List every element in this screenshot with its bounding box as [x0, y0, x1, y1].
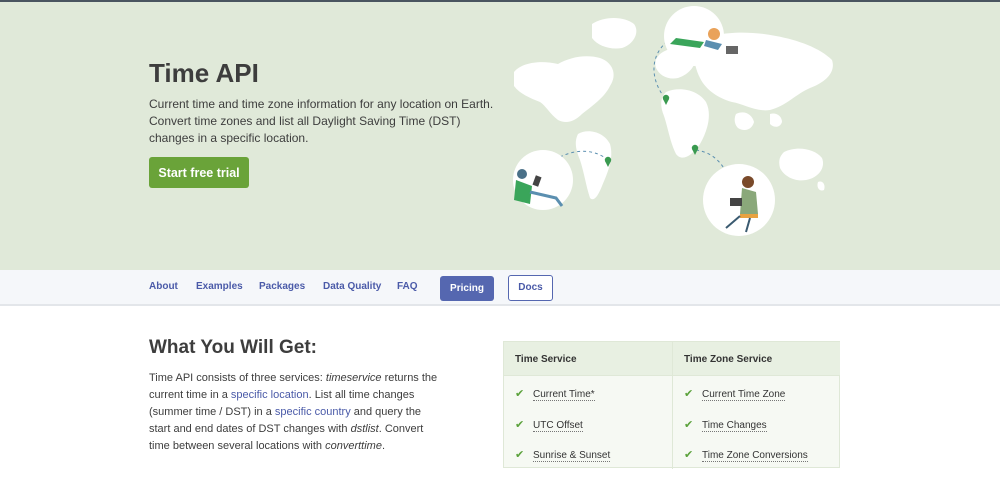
service-item-link[interactable]: Time Changes — [702, 420, 767, 432]
check-icon: ✔ — [515, 388, 525, 400]
nav-link-faq[interactable]: FAQ — [397, 281, 418, 292]
service-item-link[interactable]: Sunrise & Sunset — [533, 450, 611, 462]
service-item-link[interactable]: Current Time Zone — [702, 389, 786, 401]
service-item: ✔ Current Time* — [515, 387, 595, 401]
specific-country-link[interactable]: specific country — [275, 406, 351, 418]
check-icon: ✔ — [515, 449, 525, 461]
column-header: Time Service — [504, 342, 672, 376]
service-item-link[interactable]: Current Time* — [533, 389, 595, 401]
column-header: Time Zone Service — [673, 342, 840, 376]
service-item-link[interactable]: Time Zone Conversions — [702, 450, 808, 462]
map-pin-icon — [691, 144, 699, 155]
term-dstlist: dstlist — [350, 423, 379, 435]
hero-description: Current time and time zone information f… — [149, 97, 494, 145]
nav-link-data-quality[interactable]: Data Quality — [323, 281, 381, 292]
check-icon: ✔ — [515, 419, 525, 431]
service-item: ✔ Current Time Zone — [684, 387, 786, 401]
time-zone-service-column: Time Zone Service ✔ Current Time Zone ✔ Ti… — [672, 342, 840, 469]
page-title: Time API — [149, 58, 259, 88]
person-sitting-illustration — [703, 164, 775, 236]
time-service-column: Time Service ✔ Current Time* ✔ UTC Offset … — [504, 342, 672, 469]
text-fragment: . — [381, 440, 386, 452]
hero-banner: Time API Current time and time zone info… — [0, 2, 1000, 270]
check-icon: ✔ — [684, 388, 694, 400]
check-icon: ✔ — [684, 419, 694, 431]
sub-navigation: About Examples Packages Data Quality FAQ… — [0, 270, 1000, 306]
service-item: ✔ UTC Offset — [515, 418, 583, 432]
service-item-link[interactable]: UTC Offset — [533, 420, 583, 432]
docs-button[interactable]: Docs — [508, 275, 553, 301]
service-item: ✔ Time Changes — [684, 418, 767, 432]
section-description: Time API consists of three services: tim… — [149, 370, 439, 455]
nav-link-packages[interactable]: Packages — [259, 281, 305, 292]
services-table: Time Service ✔ Current Time* ✔ UTC Offset … — [503, 341, 840, 469]
nav-link-examples[interactable]: Examples — [196, 281, 243, 292]
person-reading-illustration — [513, 150, 573, 210]
check-icon: ✔ — [684, 449, 694, 461]
service-item: ✔ Sunrise & Sunset — [515, 448, 611, 462]
start-free-trial-button[interactable]: Start free trial — [149, 157, 249, 188]
service-item: ✔ Time Zone Conversions — [684, 448, 808, 462]
term-timeservice: timeservice — [325, 372, 382, 384]
specific-location-link[interactable]: specific location — [231, 389, 309, 401]
text-fragment: Time API consists of three services: — [149, 372, 326, 384]
pricing-button[interactable]: Pricing — [440, 276, 494, 301]
section-title: What You Will Get: — [149, 337, 318, 358]
nav-link-about[interactable]: About — [149, 281, 178, 292]
world-map-illustration — [513, 6, 833, 236]
term-converttime: converttime — [325, 440, 382, 452]
